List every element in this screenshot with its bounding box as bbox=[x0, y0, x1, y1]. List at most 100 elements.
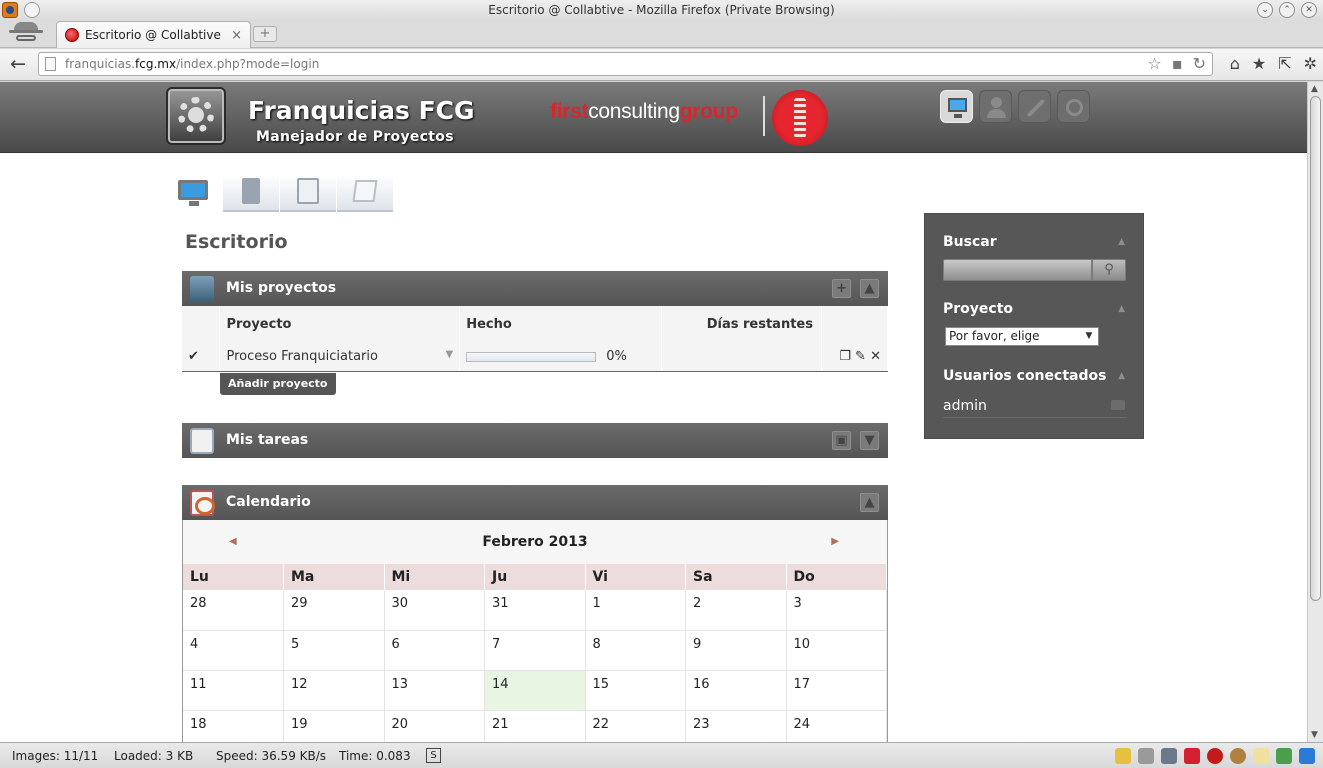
desktop-nav-icon[interactable] bbox=[940, 90, 973, 123]
addon-s-icon[interactable] bbox=[1276, 748, 1292, 764]
chat-icon[interactable] bbox=[1111, 400, 1125, 410]
bookmarks-icon[interactable]: ★ bbox=[1252, 54, 1266, 73]
calendar-day[interactable]: 21 bbox=[484, 710, 586, 742]
bookmark-star-icon[interactable]: ☆ bbox=[1147, 53, 1161, 75]
search-icon[interactable]: ⚲ bbox=[1092, 259, 1126, 281]
calendar-day[interactable]: 22 bbox=[585, 710, 686, 742]
calendar-day[interactable]: 5 bbox=[283, 630, 385, 671]
calendar-week: 11 12 13 14 15 16 17 bbox=[183, 670, 887, 711]
calendar-day[interactable]: 16 bbox=[685, 670, 787, 711]
new-tab-button[interactable]: + bbox=[253, 26, 277, 42]
maximize-icon[interactable]: ⌃ bbox=[1279, 2, 1295, 18]
profile-nav-icon[interactable] bbox=[979, 90, 1012, 123]
edit-pencil-icon[interactable]: ✎ bbox=[855, 349, 866, 364]
logout-power-icon[interactable] bbox=[1057, 90, 1090, 123]
tab-projects[interactable] bbox=[223, 174, 279, 212]
status-s-icon[interactable]: S bbox=[426, 748, 441, 763]
add-project-icon[interactable]: + bbox=[832, 279, 851, 298]
calendar-day[interactable]: 24 bbox=[786, 710, 887, 742]
addon-eyedropper-icon[interactable] bbox=[1161, 748, 1177, 764]
collapse-users-icon[interactable]: ▲ bbox=[1118, 371, 1125, 381]
collapse-calendar-icon[interactable]: ▲ bbox=[860, 493, 879, 512]
window-menu-icon[interactable] bbox=[24, 2, 40, 18]
calendar-day[interactable]: 13 bbox=[384, 670, 485, 711]
tab-desktop[interactable] bbox=[166, 174, 222, 212]
tasks-panel-header[interactable]: Mis tareas ▣ ▼ bbox=[182, 423, 888, 458]
close-tab-icon[interactable]: × bbox=[231, 28, 242, 43]
firefox-icon[interactable] bbox=[2, 2, 18, 18]
calendar-day[interactable]: 4 bbox=[183, 630, 284, 671]
admin-wrench-icon[interactable] bbox=[1018, 90, 1051, 123]
project-name[interactable]: Proceso Franquiciatario bbox=[226, 349, 378, 364]
calendar-day[interactable]: 7 bbox=[484, 630, 586, 671]
copy-icon[interactable]: ❐ bbox=[839, 349, 851, 364]
calendar-day[interactable]: 30 bbox=[384, 590, 485, 631]
scroll-up-icon[interactable]: ▲ bbox=[1311, 84, 1318, 94]
calendar-day[interactable]: 12 bbox=[283, 670, 385, 711]
close-window-icon[interactable]: ✕ bbox=[1301, 2, 1317, 18]
reload-icon[interactable]: ↻ bbox=[1193, 53, 1206, 75]
url-bar[interactable]: franquicias.fcg.mx/index.php?mode=login … bbox=[38, 52, 1213, 76]
addon-monkey-icon[interactable] bbox=[1230, 748, 1246, 764]
collapse-projects-icon[interactable]: ▲ bbox=[860, 279, 879, 298]
addon-bulb-icon[interactable] bbox=[1253, 748, 1269, 764]
col-project[interactable]: Proyecto bbox=[219, 306, 461, 343]
col-done[interactable]: Hecho bbox=[459, 306, 663, 343]
expand-tasks-icon[interactable]: ▼ bbox=[860, 431, 879, 450]
calendar-day[interactable]: 10 bbox=[786, 630, 887, 671]
tab-tasks[interactable] bbox=[280, 174, 336, 212]
online-user[interactable]: admin bbox=[943, 395, 1127, 418]
calendar-day[interactable]: 23 bbox=[685, 710, 787, 742]
vertical-scrollbar[interactable]: ▲ ▼ bbox=[1307, 82, 1323, 742]
back-icon[interactable]: ← bbox=[6, 53, 30, 77]
col-days-left[interactable]: Días restantes bbox=[661, 306, 822, 343]
calendar-day[interactable]: 31 bbox=[484, 590, 586, 631]
addon-bug-icon[interactable] bbox=[1138, 748, 1154, 764]
calendar-day[interactable]: 15 bbox=[585, 670, 686, 711]
calendar-day[interactable]: 9 bbox=[685, 630, 787, 671]
calendar-day[interactable]: 3 bbox=[786, 590, 887, 631]
calendar-day[interactable]: 2 bbox=[685, 590, 787, 631]
settings-gear-icon[interactable]: ✲ bbox=[1304, 54, 1317, 73]
search-input[interactable] bbox=[943, 259, 1092, 281]
calendar-day[interactable]: 29 bbox=[283, 590, 385, 631]
expand-arrow-icon[interactable]: ▼ bbox=[446, 349, 454, 360]
scroll-down-icon[interactable]: ▼ bbox=[1311, 730, 1318, 740]
calendar-day[interactable]: 6 bbox=[384, 630, 485, 671]
gear-logo-icon[interactable] bbox=[166, 87, 226, 145]
add-project-button[interactable]: Añadir proyecto bbox=[220, 373, 336, 395]
collapse-search-icon[interactable]: ▲ bbox=[1118, 237, 1125, 247]
calendar-day[interactable]: 28 bbox=[183, 590, 284, 631]
addon-x-icon[interactable] bbox=[1299, 748, 1315, 764]
extension-icon[interactable]: ⇱ bbox=[1278, 54, 1291, 73]
calendar-day[interactable]: 20 bbox=[384, 710, 485, 742]
dropdown-history-icon[interactable]: ▪ bbox=[1172, 53, 1183, 75]
calendar-day[interactable]: 18 bbox=[183, 710, 284, 742]
calendar-day[interactable]: 17 bbox=[786, 670, 887, 711]
project-name-cell[interactable]: Proceso Franquiciatario ▼ bbox=[219, 343, 461, 372]
minimize-icon[interactable]: ⌄ bbox=[1257, 2, 1273, 18]
adblock-icon[interactable] bbox=[1207, 748, 1223, 764]
project-select[interactable]: Por favor, elige ▼ bbox=[945, 327, 1099, 346]
collapse-project-icon[interactable]: ▲ bbox=[1118, 304, 1125, 314]
calendar-day[interactable]: 8 bbox=[585, 630, 686, 671]
calendar-day[interactable]: 19 bbox=[283, 710, 385, 742]
addon-folder-icon[interactable] bbox=[1115, 748, 1131, 764]
calendar-day[interactable]: 1 bbox=[585, 590, 686, 631]
scroll-thumb[interactable] bbox=[1310, 96, 1321, 601]
calendar-panel-header[interactable]: Calendario ▲ bbox=[182, 485, 888, 520]
calendar-day[interactable]: 11 bbox=[183, 670, 284, 711]
tab-messages[interactable] bbox=[337, 174, 393, 212]
monitor-icon bbox=[178, 180, 208, 206]
browser-tab[interactable]: Escritorio @ Collabtive × bbox=[56, 21, 251, 48]
delete-icon[interactable]: ✕ bbox=[870, 349, 881, 364]
addon-puzzle-icon[interactable] bbox=[1184, 748, 1200, 764]
prev-month-icon[interactable]: ◀ bbox=[229, 520, 237, 564]
save-disk-icon[interactable]: ▣ bbox=[832, 431, 851, 450]
checkmark-icon[interactable]: ✔ bbox=[182, 343, 221, 372]
home-icon[interactable]: ⌂ bbox=[1230, 54, 1240, 73]
clipboard-icon bbox=[297, 178, 319, 204]
next-month-icon[interactable]: ▶ bbox=[831, 520, 839, 564]
calendar-day[interactable]: 14 bbox=[484, 670, 586, 711]
projects-panel-header[interactable]: Mis proyectos + ▲ bbox=[182, 271, 888, 306]
